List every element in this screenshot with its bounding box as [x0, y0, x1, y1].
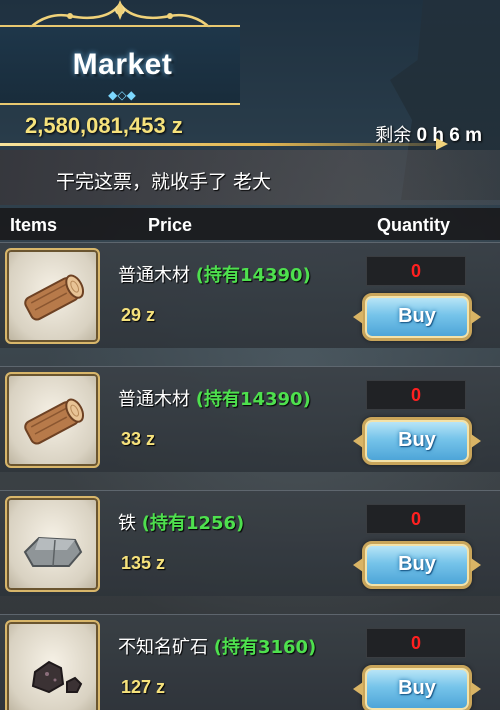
- item-name-line: 普通木材 (持有14390): [118, 385, 311, 411]
- dialogue-text: 干完这票，就收手了 老大: [56, 171, 272, 193]
- market-row: 铁 (持有1256) 135 z 0 Buy: [0, 490, 500, 596]
- iron-ingot-icon: [23, 536, 83, 567]
- buy-button[interactable]: Buy: [362, 665, 472, 710]
- quantity-field[interactable]: 0: [366, 380, 466, 410]
- item-name: 铁: [118, 513, 136, 534]
- quantity-field[interactable]: 0: [366, 256, 466, 286]
- header-divider: [0, 138, 448, 150]
- item-name-line: 普通木材 (持有14390): [118, 261, 311, 287]
- item-name-line: 不知名矿石 (持有3160): [118, 633, 316, 659]
- ore-rock-icon: [31, 660, 83, 694]
- item-price: 29 z: [121, 305, 156, 325]
- dialogue-bar: 干完这票，就收手了 老大: [0, 150, 500, 205]
- buy-button[interactable]: Buy: [362, 541, 472, 589]
- currency-balance: 2,580,081,453 z: [25, 113, 183, 138]
- item-name-line: 铁 (持有1256): [118, 509, 244, 535]
- item-owned-count: (持有14390): [195, 265, 311, 286]
- market-row: 不知名矿石 (持有3160) 127 z 0 Buy: [0, 614, 500, 710]
- item-thumbnail[interactable]: [5, 620, 100, 710]
- item-name: 不知名矿石: [118, 637, 208, 658]
- item-price: 33 z: [121, 429, 156, 449]
- item-owned-count: (持有3160): [213, 637, 317, 658]
- market-row: 普通木材 (持有14390) 29 z 0 Buy: [0, 242, 500, 348]
- market-header: Market ◆◇◆ 2,580,081,453 z 剩余 0 h 6 m 干完…: [0, 0, 500, 205]
- buy-button[interactable]: Buy: [362, 293, 472, 341]
- item-owned-count: (持有1256): [141, 513, 245, 534]
- item-thumbnail[interactable]: [5, 496, 100, 592]
- item-thumbnail[interactable]: [5, 248, 100, 344]
- item-name: 普通木材: [118, 265, 190, 286]
- column-items: Items: [10, 215, 58, 235]
- title-gem-icon: ◆◇◆: [108, 88, 136, 102]
- item-thumbnail[interactable]: [5, 372, 100, 468]
- item-price: 127 z: [121, 677, 166, 697]
- buy-button[interactable]: Buy: [362, 417, 472, 465]
- column-price: Price: [148, 215, 193, 235]
- quantity-field[interactable]: 0: [366, 504, 466, 534]
- column-header: Items Price Quantity: [0, 208, 500, 240]
- item-owned-count: (持有14390): [195, 389, 311, 410]
- item-price: 135 z: [121, 553, 166, 573]
- wood-log-icon: [24, 274, 85, 321]
- column-quantity: Quantity: [377, 215, 451, 235]
- market-row: 普通木材 (持有14390) 33 z 0 Buy: [0, 366, 500, 472]
- quantity-field[interactable]: 0: [366, 628, 466, 658]
- item-name: 普通木材: [118, 389, 190, 410]
- wood-log-icon: [24, 398, 85, 445]
- page-title: Market: [72, 48, 173, 81]
